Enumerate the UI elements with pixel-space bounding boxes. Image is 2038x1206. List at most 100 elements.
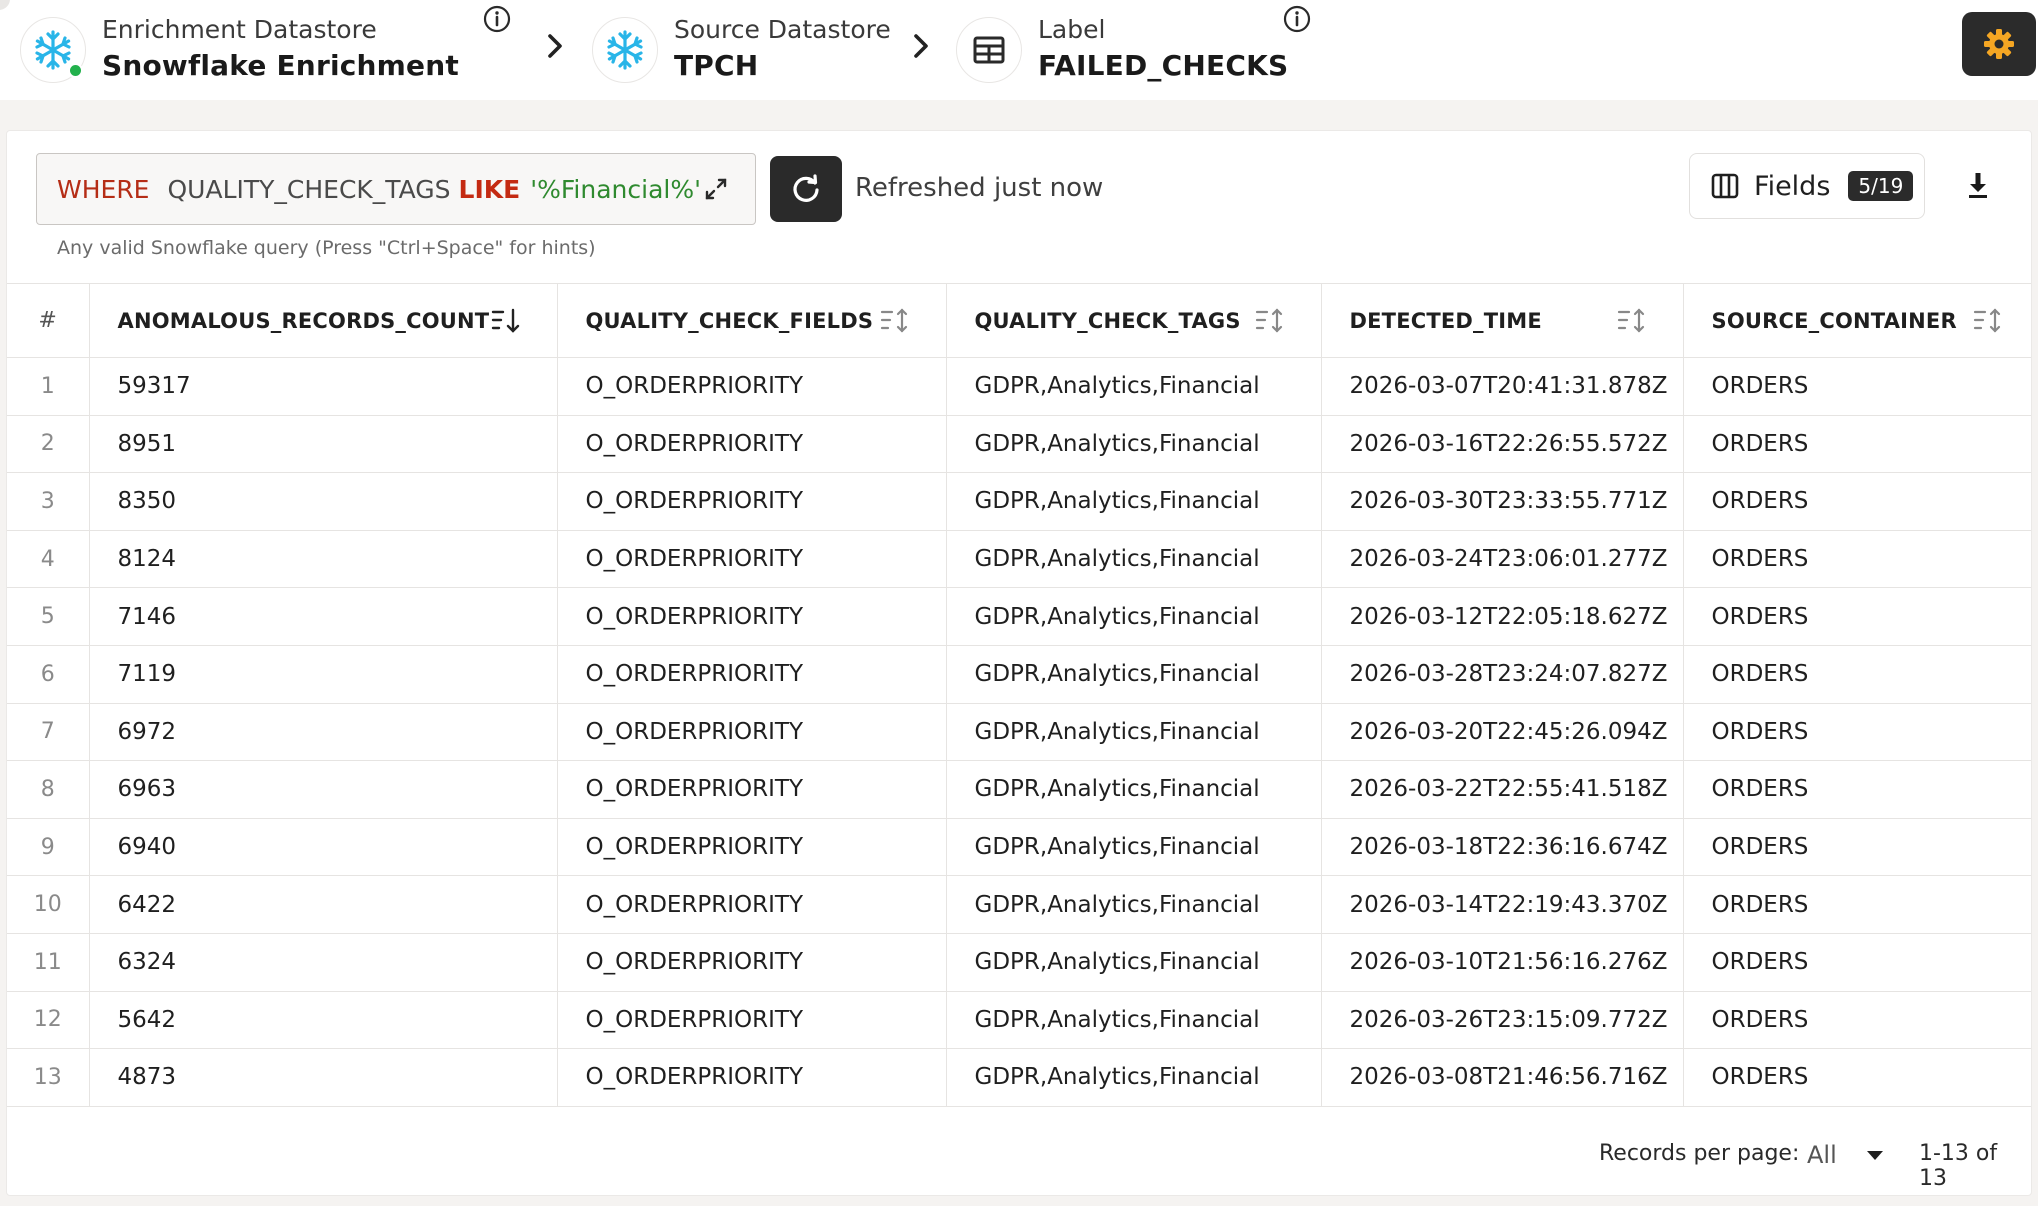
table-cell: GDPR,Analytics,Financial: [946, 530, 1322, 589]
query-input[interactable]: WHERE QUALITY_CHECK_TAGS LIKE '%Financia…: [36, 153, 756, 225]
table-cell: O_ORDERPRIORITY: [557, 818, 947, 877]
table-cell: 2026-03-26T23:15:09.772Z: [1321, 991, 1684, 1050]
sort-icon[interactable]: [1255, 308, 1285, 334]
settings-button[interactable]: [1962, 12, 2036, 76]
table-cell: GDPR,Analytics,Financial: [946, 991, 1322, 1050]
column-header[interactable]: SOURCE_CONTAINER: [1683, 283, 2031, 358]
table-type-label: Label: [1038, 15, 1106, 44]
table-cell: ORDERS: [1683, 472, 2031, 531]
table-row[interactable]: 4 8124 O_ORDERPRIORITY GDPR,Analytics,Finan…: [7, 530, 2031, 589]
breadcrumb-header: Enrichment Datastore Snowflake Enrichmen…: [0, 0, 2038, 100]
table-cell: 5642: [89, 991, 558, 1050]
table-cell: ORDERS: [1683, 530, 2031, 589]
sort-descending-icon[interactable]: [491, 308, 521, 334]
columns-icon: [1711, 173, 1739, 199]
table-row[interactable]: 9 6940 O_ORDERPRIORITY GDPR,Analytics,Finan…: [7, 818, 2031, 877]
breadcrumb-table[interactable]: Label FAILED_CHECKS: [956, 0, 1288, 100]
table-cell: O_ORDERPRIORITY: [557, 875, 947, 934]
results-table: # ANOMALOUS_RECORDS_COUNT QUALITY_CHECK_…: [7, 283, 2031, 1107]
breadcrumb-source-datastore[interactable]: Source Datastore TPCH: [592, 0, 891, 100]
table-cell: 6972: [89, 703, 558, 762]
table-cell: 2026-03-18T22:36:16.674Z: [1321, 818, 1684, 877]
column-header-label: QUALITY_CHECK_FIELDS: [585, 308, 874, 333]
table-name[interactable]: FAILED_CHECKS: [1038, 46, 1288, 86]
records-per-page-value: All: [1807, 1141, 1837, 1169]
table-cell: 2026-03-24T23:06:01.277Z: [1321, 530, 1684, 589]
table-cell: O_ORDERPRIORITY: [557, 1048, 947, 1107]
table-row[interactable]: 6 7119 O_ORDERPRIORITY GDPR,Analytics,Finan…: [7, 645, 2031, 704]
sort-icon[interactable]: [1617, 308, 1647, 334]
row-index-cell: 5: [7, 587, 90, 646]
table-cell: 2026-03-28T23:24:07.827Z: [1321, 645, 1684, 704]
info-icon[interactable]: [1282, 4, 1312, 34]
table-cell: O_ORDERPRIORITY: [557, 472, 947, 531]
table-cell: ORDERS: [1683, 933, 2031, 992]
table-row[interactable]: 11 6324 O_ORDERPRIORITY GDPR,Analytics,Fina…: [7, 933, 2031, 992]
table-cell: 2026-03-22T22:55:41.518Z: [1321, 760, 1684, 819]
column-header[interactable]: QUALITY_CHECK_FIELDS: [557, 283, 947, 358]
table-cell: O_ORDERPRIORITY: [557, 991, 947, 1050]
records-per-page-label: Records per page:: [1599, 1141, 1800, 1166]
table-row[interactable]: 10 6422 O_ORDERPRIORITY GDPR,Analytics,Fina…: [7, 875, 2031, 934]
enrichment-datastore-name[interactable]: Snowflake Enrichment: [102, 46, 459, 86]
corner-decoration: [0, 0, 10, 10]
query-hint: Any valid Snowflake query (Press "Ctrl+S…: [57, 237, 596, 259]
row-index-cell: 4: [7, 530, 90, 589]
table-cell: 2026-03-10T21:56:16.276Z: [1321, 933, 1684, 992]
snowflake-icon: [607, 30, 643, 70]
refresh-button[interactable]: [770, 156, 842, 222]
column-header-label: ANOMALOUS_RECORDS_COUNT: [117, 308, 490, 333]
table-cell: O_ORDERPRIORITY: [557, 933, 947, 992]
refresh-icon: [793, 174, 819, 202]
info-icon[interactable]: [482, 4, 512, 34]
table-cell: ORDERS: [1683, 587, 2031, 646]
table-row[interactable]: 7 6972 O_ORDERPRIORITY GDPR,Analytics,Finan…: [7, 703, 2031, 762]
fields-count-badge: 5/19: [1848, 171, 1914, 201]
refreshed-status: Refreshed just now: [855, 173, 1104, 203]
row-index-cell: 2: [7, 415, 90, 474]
table-row[interactable]: 13 4873 O_ORDERPRIORITY GDPR,Analytics,Fina…: [7, 1048, 2031, 1107]
column-header-label: SOURCE_CONTAINER: [1711, 308, 1957, 333]
table-row[interactable]: 5 7146 O_ORDERPRIORITY GDPR,Analytics,Finan…: [7, 587, 2031, 646]
table-row[interactable]: 1 59317 O_ORDERPRIORITY GDPR,Analytics,Fina…: [7, 357, 2031, 416]
table-cell: 2026-03-16T22:26:55.572Z: [1321, 415, 1684, 474]
row-index-cell: 8: [7, 760, 90, 819]
row-index-cell: 3: [7, 472, 90, 531]
download-icon[interactable]: [1962, 169, 1994, 201]
gear-icon: [1984, 29, 2014, 59]
column-header[interactable]: DETECTED_TIME: [1321, 283, 1684, 358]
expand-icon[interactable]: [703, 176, 729, 202]
table-cell: 2026-03-12T22:05:18.627Z: [1321, 587, 1684, 646]
chevron-right-icon: [914, 34, 928, 58]
table-header-row: # ANOMALOUS_RECORDS_COUNT QUALITY_CHECK_…: [7, 283, 2031, 358]
table-cell: GDPR,Analytics,Financial: [946, 587, 1322, 646]
table-row[interactable]: 3 8350 O_ORDERPRIORITY GDPR,Analytics,Finan…: [7, 472, 2031, 531]
table-cell: GDPR,Analytics,Financial: [946, 875, 1322, 934]
records-per-page-select[interactable]: All: [1807, 1137, 1897, 1173]
table-row[interactable]: 8 6963 O_ORDERPRIORITY GDPR,Analytics,Finan…: [7, 760, 2031, 819]
column-header[interactable]: ANOMALOUS_RECORDS_COUNT: [89, 283, 558, 358]
sort-icon[interactable]: [880, 308, 910, 334]
table-cell: 7146: [89, 587, 558, 646]
table-cell: ORDERS: [1683, 991, 2031, 1050]
table-cell: 6963: [89, 760, 558, 819]
breadcrumb-enrichment-datastore[interactable]: Enrichment Datastore Snowflake Enrichmen…: [20, 0, 459, 100]
row-index-cell: 9: [7, 818, 90, 877]
fields-button[interactable]: Fields 5/19: [1689, 153, 1925, 219]
query-string-value: '%Financial%': [530, 174, 701, 204]
table-avatar: [956, 17, 1022, 83]
source-datastore-name[interactable]: TPCH: [674, 46, 891, 86]
results-table-wrapper: # ANOMALOUS_RECORDS_COUNT QUALITY_CHECK_…: [7, 283, 2031, 1107]
table-row[interactable]: 12 5642 O_ORDERPRIORITY GDPR,Analytics,Fina…: [7, 991, 2031, 1050]
row-index-cell: 6: [7, 645, 90, 704]
table-cell: 2026-03-14T22:19:43.370Z: [1321, 875, 1684, 934]
table-cell: GDPR,Analytics,Financial: [946, 472, 1322, 531]
table-icon: [973, 36, 1005, 64]
column-header[interactable]: QUALITY_CHECK_TAGS: [946, 283, 1322, 358]
table-cell: ORDERS: [1683, 818, 2031, 877]
sort-icon[interactable]: [1973, 308, 2003, 334]
table-row[interactable]: 2 8951 O_ORDERPRIORITY GDPR,Analytics,Finan…: [7, 415, 2031, 474]
query-where-keyword: WHERE: [57, 174, 150, 204]
table-cell: 8951: [89, 415, 558, 474]
row-index-cell: 10: [7, 875, 90, 934]
